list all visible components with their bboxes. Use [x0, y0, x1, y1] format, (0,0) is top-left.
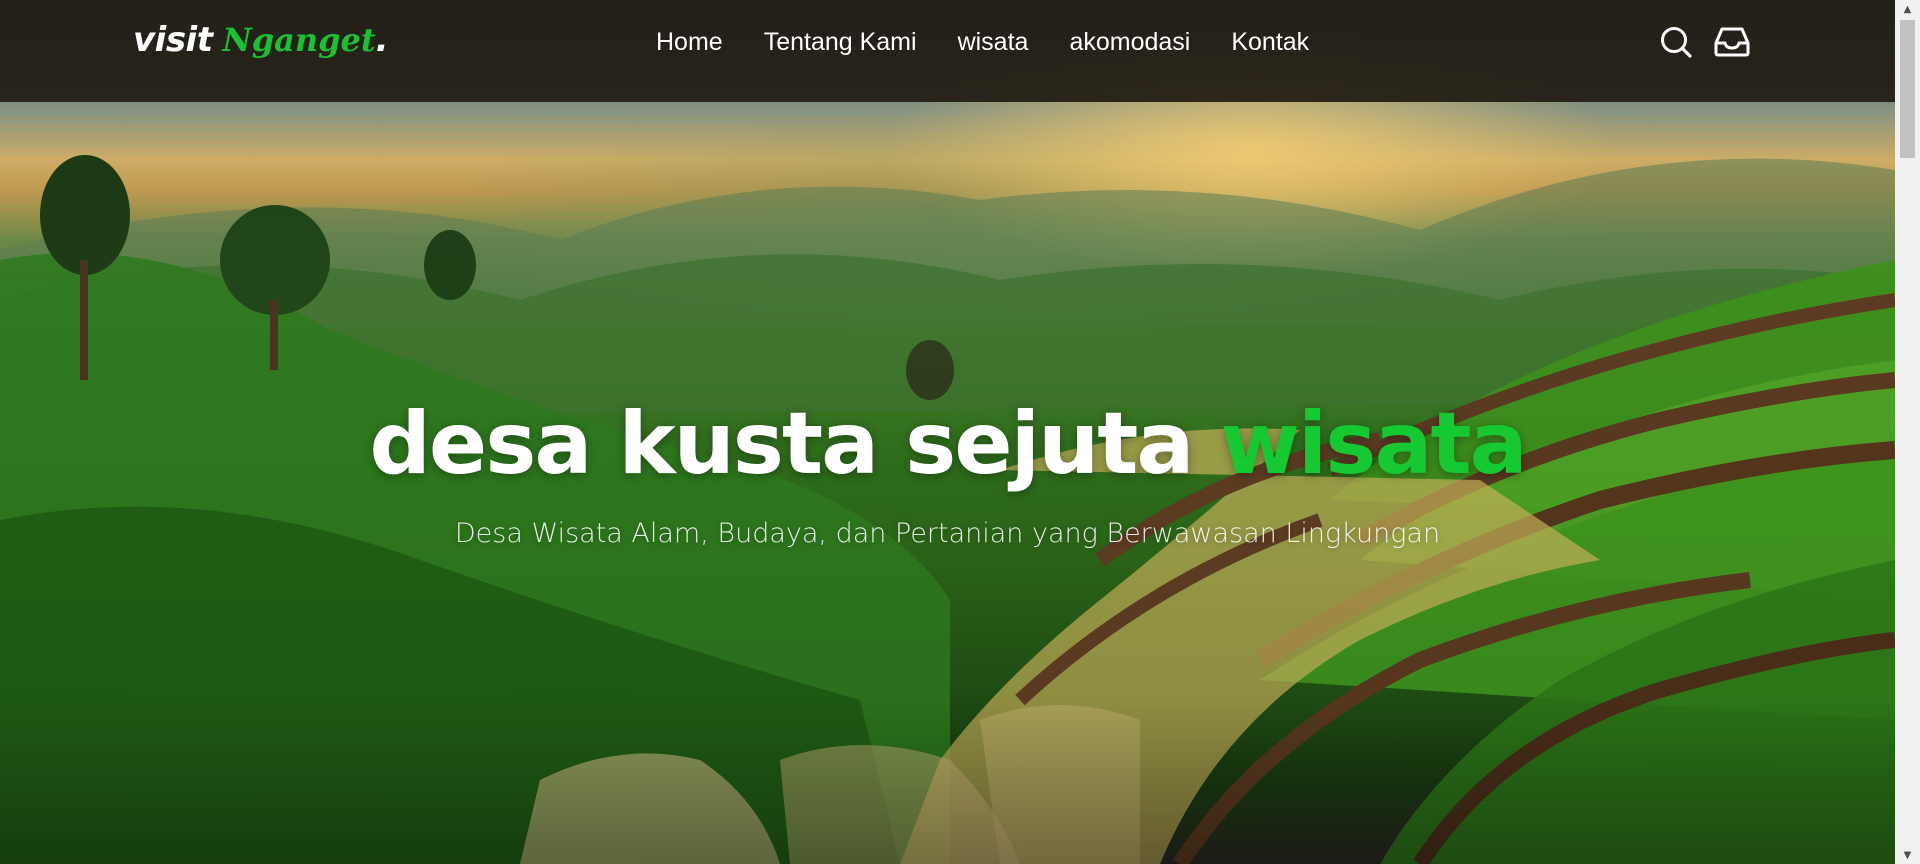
nav-menu: Home Tentang Kami wisata akomodasi Konta… [656, 24, 1309, 60]
scroll-down-arrow[interactable]: ▼ [1895, 846, 1920, 864]
nav-link-akomodasi[interactable]: akomodasi [1069, 28, 1190, 57]
inbox-icon [1714, 27, 1750, 57]
hero-title: desa kusta sejuta wisata [0, 394, 1895, 494]
nav-link-wisata[interactable]: wisata [958, 28, 1029, 57]
scrollbar[interactable]: ▲ ▼ [1895, 0, 1920, 864]
nav-link-home[interactable]: Home [656, 28, 723, 57]
navbar: visit Nganget . Home Tentang Kami wisata… [0, 0, 1895, 102]
search-button[interactable] [1658, 24, 1694, 60]
nav-link-kontak[interactable]: Kontak [1231, 28, 1309, 57]
scroll-up-arrow[interactable]: ▲ [1895, 0, 1920, 18]
logo-dot: . [375, 20, 389, 60]
hero-title-main: desa kusta sejuta [369, 394, 1221, 494]
scroll-thumb[interactable] [1900, 20, 1915, 158]
search-icon [1661, 27, 1692, 58]
logo-word-visit: visit [133, 20, 213, 60]
nav-icons [1658, 24, 1750, 60]
hero-title-accent: wisata [1220, 394, 1527, 494]
nav-link-tentang-kami[interactable]: Tentang Kami [764, 28, 917, 57]
hero-subtitle: Desa Wisata Alam, Budaya, dan Pertanian … [454, 518, 1441, 549]
logo[interactable]: visit Nganget . [133, 20, 389, 80]
logo-word-nganget: Nganget [222, 21, 376, 59]
page: visit Nganget . Home Tentang Kami wisata… [0, 0, 1920, 864]
inbox-button[interactable] [1714, 24, 1750, 60]
